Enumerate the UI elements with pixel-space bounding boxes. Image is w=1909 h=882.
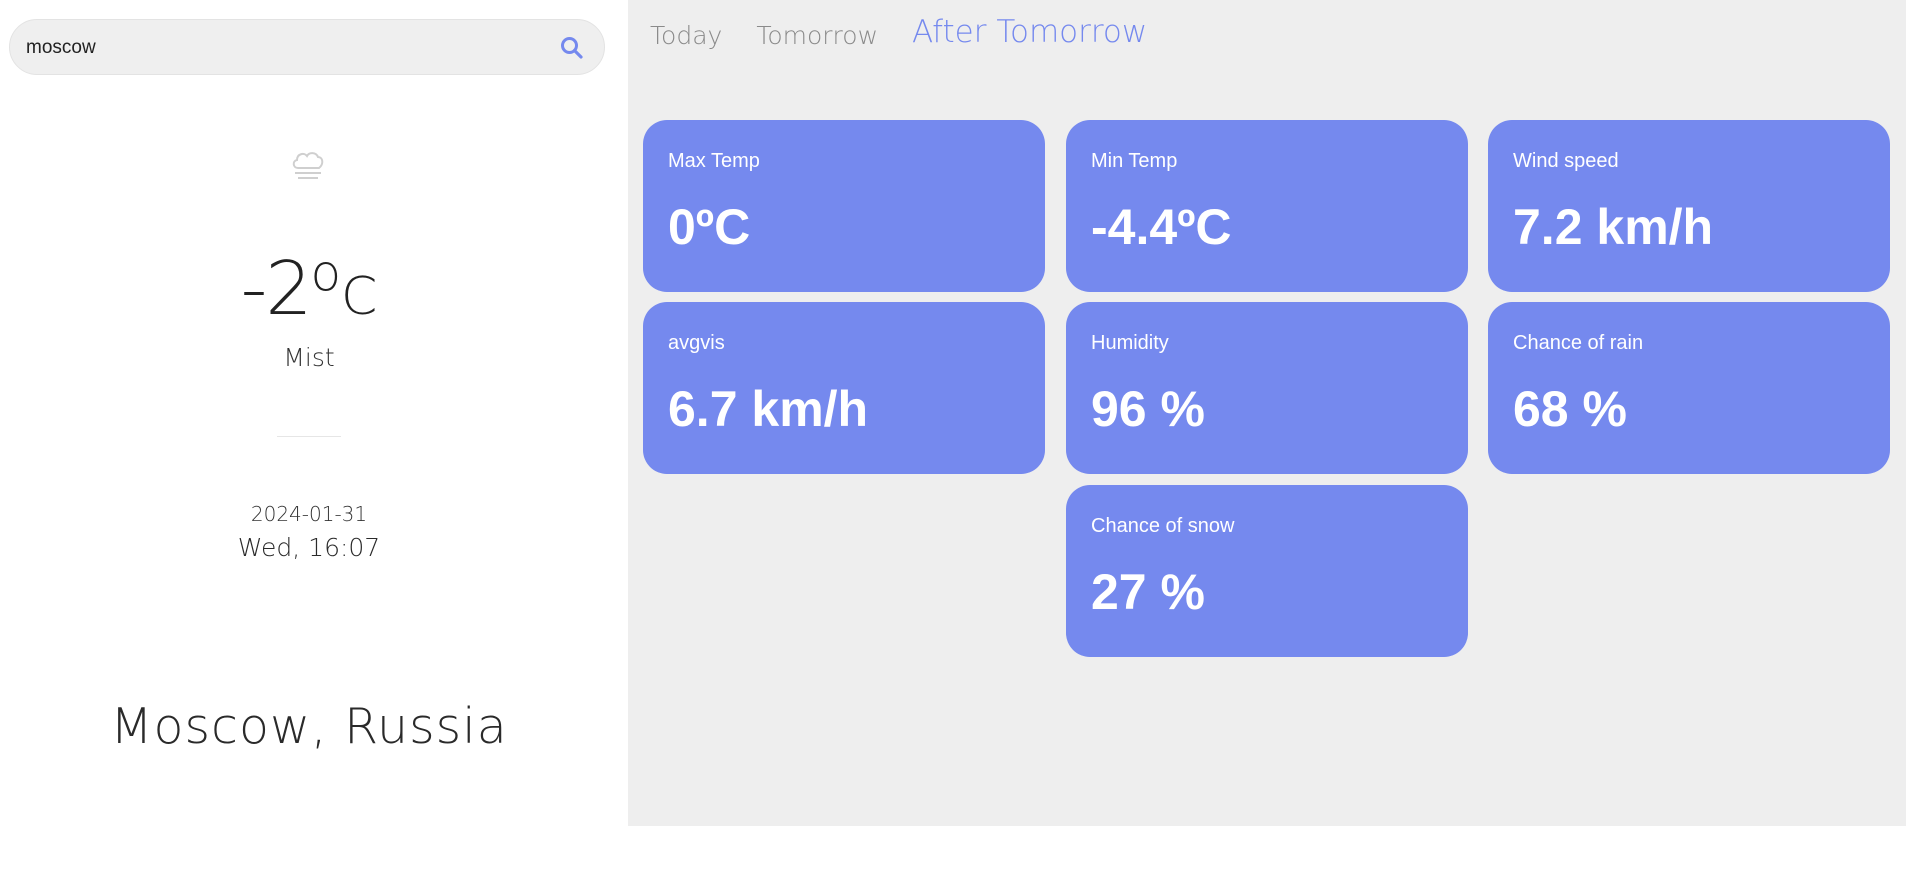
search-icon — [561, 37, 583, 59]
card-label: Chance of snow — [1091, 515, 1235, 537]
sidebar: -2oC Mist 2024-01-31 Wed, 16:07 Moscow, … — [0, 0, 628, 826]
location-name: Moscow, Russia — [110, 698, 508, 755]
tab-today[interactable]: Today — [650, 21, 722, 50]
card-label: avgvis — [668, 332, 725, 354]
card-wind-speed: Wind speed 7.2 km/h — [1488, 120, 1890, 292]
card-humidity: Humidity 96 % — [1066, 302, 1468, 474]
current-temperature: -2oC — [0, 244, 618, 332]
current-date: 2024-01-31 — [250, 502, 368, 526]
card-chance-of-snow: Chance of snow 27 % — [1066, 485, 1468, 657]
search-bar — [9, 19, 605, 76]
current-day-time: Wed, 16:07 — [237, 533, 381, 562]
card-label: Chance of rain — [1513, 332, 1644, 354]
card-value: 0ºC — [668, 199, 751, 255]
card-value: 68 % — [1513, 381, 1627, 437]
cloud-mist-icon — [289, 146, 327, 182]
divider — [277, 436, 341, 437]
weather-app: -2oC Mist 2024-01-31 Wed, 16:07 Moscow, … — [0, 0, 1909, 882]
card-label: Min Temp — [1091, 150, 1178, 172]
card-label: Humidity — [1091, 332, 1169, 354]
search-input[interactable] — [24, 20, 548, 76]
temperature-value: -2 — [240, 246, 313, 332]
card-avgvis: avgvis 6.7 km/h — [643, 302, 1045, 474]
card-value: -4.4ºC — [1091, 199, 1232, 255]
weather-condition: Mist — [283, 343, 335, 372]
day-tabs: Today Tomorrow After Tomorrow — [650, 4, 1181, 50]
card-label: Wind speed — [1513, 150, 1619, 172]
card-value: 96 % — [1091, 381, 1205, 437]
search-button[interactable] — [558, 34, 586, 62]
card-value: 6.7 km/h — [668, 381, 869, 437]
card-value: 7.2 km/h — [1513, 199, 1714, 255]
card-value: 27 % — [1091, 564, 1205, 620]
tab-after-tomorrow[interactable]: After Tomorrow — [912, 14, 1147, 50]
temperature-unit: C — [341, 267, 378, 327]
forecast-panel: Today Tomorrow After Tomorrow Max Temp 0… — [628, 0, 1906, 826]
card-chance-of-rain: Chance of rain 68 % — [1488, 302, 1890, 474]
card-max-temp: Max Temp 0ºC — [643, 120, 1045, 292]
degree-symbol: o — [310, 244, 342, 302]
card-label: Max Temp — [668, 150, 760, 172]
card-min-temp: Min Temp -4.4ºC — [1066, 120, 1468, 292]
tab-tomorrow[interactable]: Tomorrow — [756, 21, 878, 50]
